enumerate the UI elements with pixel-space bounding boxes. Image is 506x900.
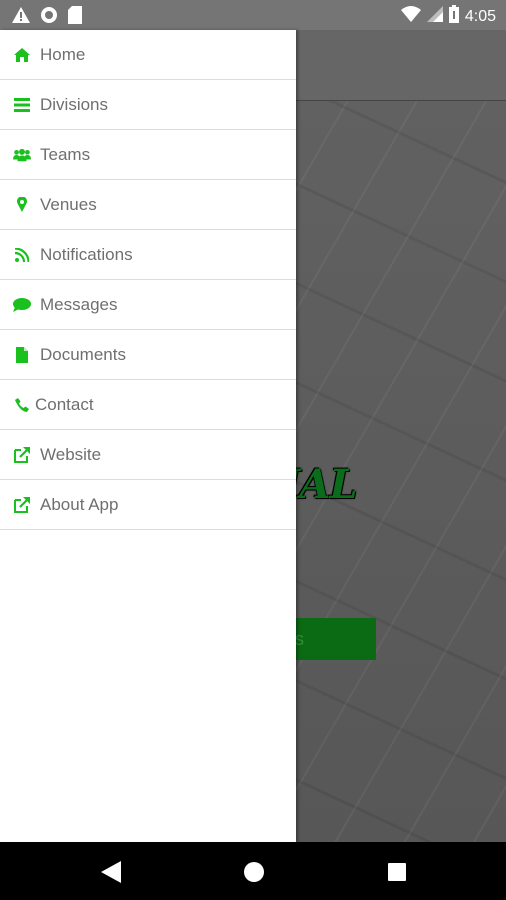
cell-signal-icon [426, 6, 443, 27]
wifi-icon [400, 6, 421, 27]
map-marker-icon [13, 196, 31, 214]
menu-item-label: Home [40, 44, 86, 64]
menu-item-label: Notifications [40, 244, 133, 264]
menu-item-contact[interactable]: Contact [0, 380, 296, 430]
status-left-icons [12, 6, 82, 29]
circle-icon [40, 6, 58, 29]
menu-item-label: Teams [40, 144, 91, 164]
battery-icon [448, 5, 459, 28]
menu-item-messages[interactable]: Messages [0, 280, 296, 330]
status-right-icons: 4:05 [400, 5, 496, 28]
file-icon [13, 346, 31, 364]
phone-icon [13, 396, 31, 414]
menu-item-label: Website [40, 444, 102, 464]
comment-icon [13, 296, 31, 314]
menu-item-label: Contact [35, 394, 94, 414]
home-circle-icon[interactable] [242, 860, 266, 884]
menu-item-documents[interactable]: Documents [0, 330, 296, 380]
menu-item-divisions[interactable]: Divisions [0, 80, 296, 130]
rss-icon [13, 246, 31, 264]
menu-item-home[interactable]: Home [0, 30, 296, 80]
external-link-icon [13, 496, 31, 514]
menu-item-label: Documents [40, 344, 126, 364]
system-nav-bar [0, 842, 506, 900]
status-bar: 4:05 [0, 0, 506, 30]
home-icon [13, 46, 31, 64]
back-icon[interactable] [99, 860, 123, 884]
menu-item-about-app[interactable]: About App [0, 480, 296, 530]
recents-icon[interactable] [385, 860, 409, 884]
menu-item-label: Messages [40, 294, 118, 314]
menu-item-teams[interactable]: Teams [0, 130, 296, 180]
menu-item-notifications[interactable]: Notifications [0, 230, 296, 280]
status-time: 4:05 [464, 7, 496, 25]
menu-item-label: Venues [40, 194, 97, 214]
menu-item-label: Divisions [40, 94, 109, 114]
menu-item-website[interactable]: Website [0, 430, 296, 480]
sd-card-icon [68, 6, 82, 29]
external-link-icon [13, 446, 31, 464]
menu-item-label: About App [40, 494, 119, 514]
navigation-drawer: Home Divisions Teams Venues Notification… [0, 30, 296, 842]
warning-icon [12, 7, 30, 28]
menu-item-venues[interactable]: Venues [0, 180, 296, 230]
users-icon [13, 146, 31, 164]
list-icon [13, 96, 31, 114]
